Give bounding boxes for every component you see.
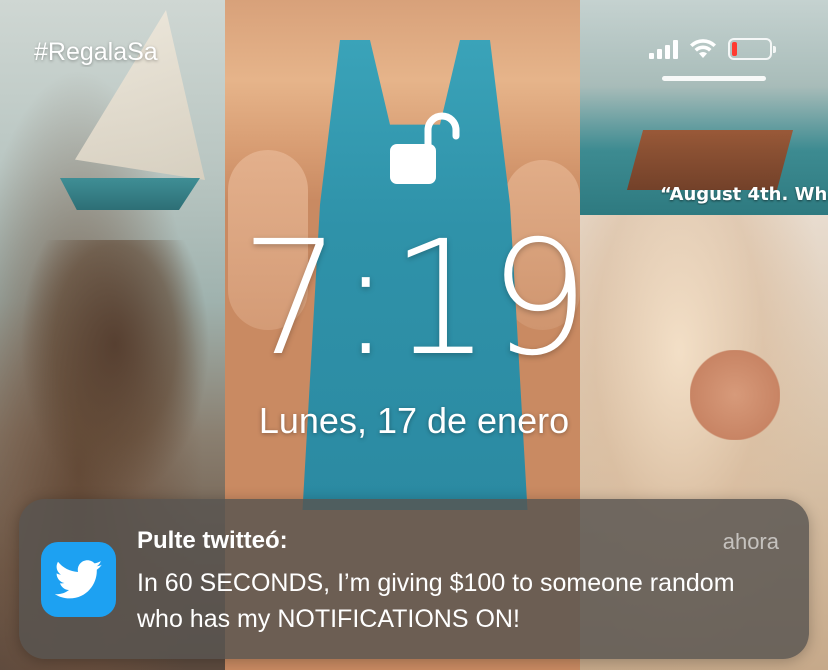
battery-icon: [728, 38, 776, 60]
cellular-signal-icon: [649, 39, 678, 59]
wallpaper-quote-text: “August 4th. Wha: [660, 184, 828, 205]
unlocked-padlock-icon: [390, 112, 460, 184]
lock-screen-time: 7:19: [240, 207, 590, 391]
notification-body: In 60 SECONDS, I’m giving $100 to someon…: [137, 569, 735, 633]
control-center-indicator[interactable]: [662, 76, 766, 81]
twitter-bird-icon: [41, 542, 116, 617]
wallpaper-hashtag-text: #RegalaSa: [34, 38, 158, 66]
wifi-icon: [690, 39, 716, 58]
lock-screen-date: Lunes, 17 de enero: [258, 400, 570, 441]
notification-time: ahora: [722, 529, 779, 554]
status-bar: [649, 38, 776, 60]
battery-level-fill: [732, 42, 738, 56]
notification-title: Pulte twitteó:: [137, 527, 288, 554]
notification-card[interactable]: Pulte twitteó: ahora In 60 SECONDS, I’m …: [19, 499, 809, 659]
wallpaper-book: [626, 130, 794, 190]
sailboat-hull: [60, 178, 200, 210]
